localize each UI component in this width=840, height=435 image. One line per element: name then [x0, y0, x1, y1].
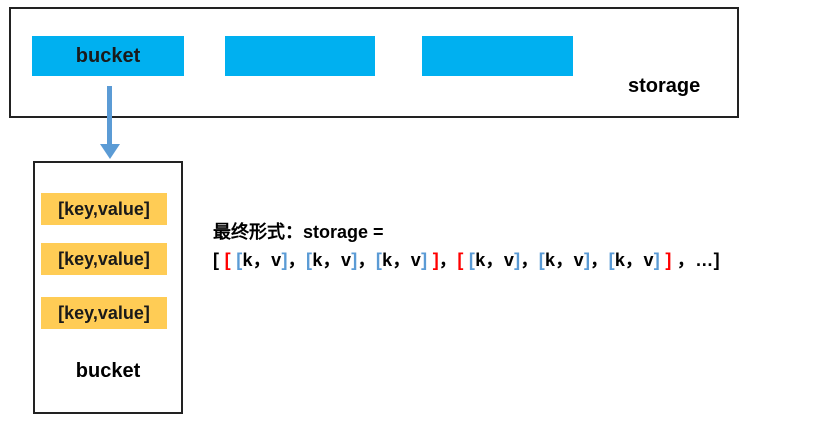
kv-entry: [key,value]	[41, 297, 167, 329]
expr-token: k，v	[382, 250, 422, 270]
expr-token: k，v	[242, 250, 282, 270]
expr-token: [	[213, 250, 225, 270]
expr-token: k，v	[475, 250, 515, 270]
kv-entry: [key,value]	[41, 243, 167, 275]
storage-bucket-label: bucket	[75, 44, 141, 67]
storage-bucket-1: bucket	[32, 36, 184, 76]
expr-token: ，	[287, 250, 307, 270]
expr-token: [	[224, 250, 237, 270]
expr-token: ，	[520, 250, 539, 270]
bucket-label: bucket	[75, 360, 141, 382]
storage-bucket-2	[225, 36, 375, 76]
expr-token: [	[457, 250, 469, 270]
expr-token: k，v	[545, 250, 584, 270]
final-form-expression: [ [ [k，v]，[k，v]，[k，v] ]，[ [k，v]，[k，v]，[k…	[213, 246, 720, 272]
arrow-shaft	[107, 86, 112, 146]
storage-bucket-3	[422, 36, 573, 76]
expr-token: ，	[590, 250, 609, 270]
final-form-title: 最终形式：storage =	[213, 222, 384, 242]
expr-token: ，…]	[671, 250, 720, 270]
expr-token: k，v	[614, 250, 654, 270]
expr-token: ]	[660, 250, 672, 270]
expr-token: ，	[439, 250, 458, 270]
arrow-down-icon	[100, 144, 120, 159]
expr-token: ，	[357, 250, 376, 270]
kv-entry: [key,value]	[41, 193, 167, 225]
expr-token: k，v	[312, 250, 352, 270]
expr-token: ]	[427, 250, 439, 270]
storage-label: storage	[628, 75, 701, 97]
